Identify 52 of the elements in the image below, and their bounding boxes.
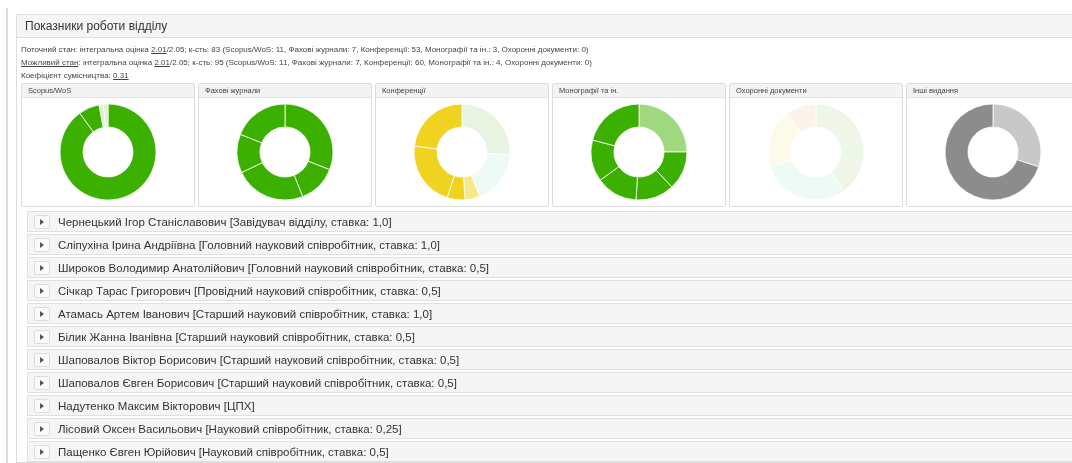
expand-icon [40, 356, 44, 363]
staff-row[interactable]: Лісовий Оксен Васильович [Науковий співробітник, ставка: 0,25] [27, 418, 1072, 439]
expand-icon [40, 425, 44, 432]
staff-name: Надутенко Максим Вікторович [ЦПХ] [58, 399, 255, 412]
expand-button[interactable] [34, 306, 50, 321]
expand-button[interactable] [34, 260, 50, 275]
expand-icon [40, 333, 44, 340]
panel-title: Показники роботи відділу [17, 15, 1072, 38]
staff-row[interactable]: Шаповалов Євген Борисович [Старший науковий співробітник, ставка: 0,5] [27, 372, 1072, 393]
staff-name: Січкар Тарас Григорович [Провідний науковий співробітник, ставка: 0,5] [58, 284, 441, 297]
staff-name: Широков Володимир Анатолійович [Головний науковий співробітник, ставка: 0,5] [58, 261, 489, 274]
expand-icon [40, 241, 44, 248]
staff-row[interactable]: Широков Володимир Анатолійович [Головний науковий співробітник, ставка: 0,5] [27, 257, 1072, 278]
expand-button[interactable] [34, 329, 50, 344]
expand-icon [40, 448, 44, 455]
expand-button[interactable] [34, 421, 50, 436]
summary-text: Коефіцієнт сумісництва: 0.31 [21, 70, 130, 82]
staff-row[interactable]: Січкар Тарас Григорович [Провідний науковий співробітник, ставка: 0,5] [27, 280, 1072, 301]
staff-name: Сліпухіна Ірина Андріївна [Головний науковий співробітник, ставка: 1,0] [58, 238, 440, 251]
expand-icon [40, 310, 44, 317]
staff-name: Шаповалов Євген Борисович [Старший науковий співробітник, ставка: 0,5] [58, 376, 457, 389]
staff-name: Пащенко Євген Юрійович [Науковий співробітник, ставка: 0,5] [58, 445, 389, 458]
staff-name: Білик Жанна Іванівна [Старший науковий співробітник, ставка: 0,5] [58, 330, 415, 343]
summary-text: Можливий стан: інтегральна оцінка 2.01/2.05; к-сть: 95 (Scopus/WoS: 11, Фахові журнали: 7, Конференції: 60, Монографії та ін.: 4, Охоронні документи: 0) [21, 57, 593, 69]
staff-row[interactable]: Чернецький Ігор Станіславович [Завідувач відділу, ставка: 1,0] [27, 211, 1072, 232]
summary-text: Поточний стан: інтегральна оцінка 2.01/2.05; к-сть: 83 (Scopus/WoS: 11, Фахові журнали: 7, Конференції: 53, Монографії та ін.: 3, Охоронні документи: 0) [21, 44, 590, 56]
expand-button[interactable] [34, 352, 50, 367]
staff-row[interactable]: Пащенко Євген Юрійович [Науковий співробітник, ставка: 0,5] [27, 441, 1072, 462]
expand-icon [40, 379, 44, 386]
expand-button[interactable] [34, 237, 50, 252]
staff-row[interactable]: Атамась Артем Іванович [Старший науковий співробітник, ставка: 1,0] [27, 303, 1072, 324]
staff-name: Шаповалов Віктор Борисович [Старший науковий співробітник, ставка: 0,5] [58, 353, 460, 366]
staff-name: Атамась Артем Іванович [Старший науковий співробітник, ставка: 1,0] [58, 307, 433, 320]
staff-name: Чернецький Ігор Станіславович [Завідувач відділу, ставка: 1,0] [58, 215, 392, 228]
expand-button[interactable] [34, 398, 50, 413]
staff-row[interactable]: Сліпухіна Ірина Андріївна [Головний науковий співробітник, ставка: 1,0] [27, 234, 1072, 255]
scrollbar[interactable] [6, 8, 8, 463]
score-link[interactable]: 2.01 [151, 45, 167, 54]
expand-icon [40, 402, 44, 409]
staff-name: Лісовий Оксен Васильович [Науковий співробітник, ставка: 0,25] [58, 422, 402, 435]
expand-button[interactable] [34, 444, 50, 459]
expand-button[interactable] [34, 375, 50, 390]
expand-icon [40, 287, 44, 294]
score-link[interactable]: 0.31 [113, 71, 129, 80]
expand-icon [40, 264, 44, 271]
expand-button[interactable] [34, 283, 50, 298]
expand-button[interactable] [34, 214, 50, 229]
staff-row[interactable]: Білик Жанна Іванівна [Старший науковий співробітник, ставка: 0,5] [27, 326, 1072, 347]
expand-icon [40, 218, 44, 225]
score-link[interactable]: 2.01 [154, 58, 170, 67]
staff-row[interactable]: Надутенко Максим Вікторович [ЦПХ] [27, 395, 1072, 416]
staff-row[interactable]: Шаповалов Віктор Борисович [Старший науковий співробітник, ставка: 0,5] [27, 349, 1072, 370]
